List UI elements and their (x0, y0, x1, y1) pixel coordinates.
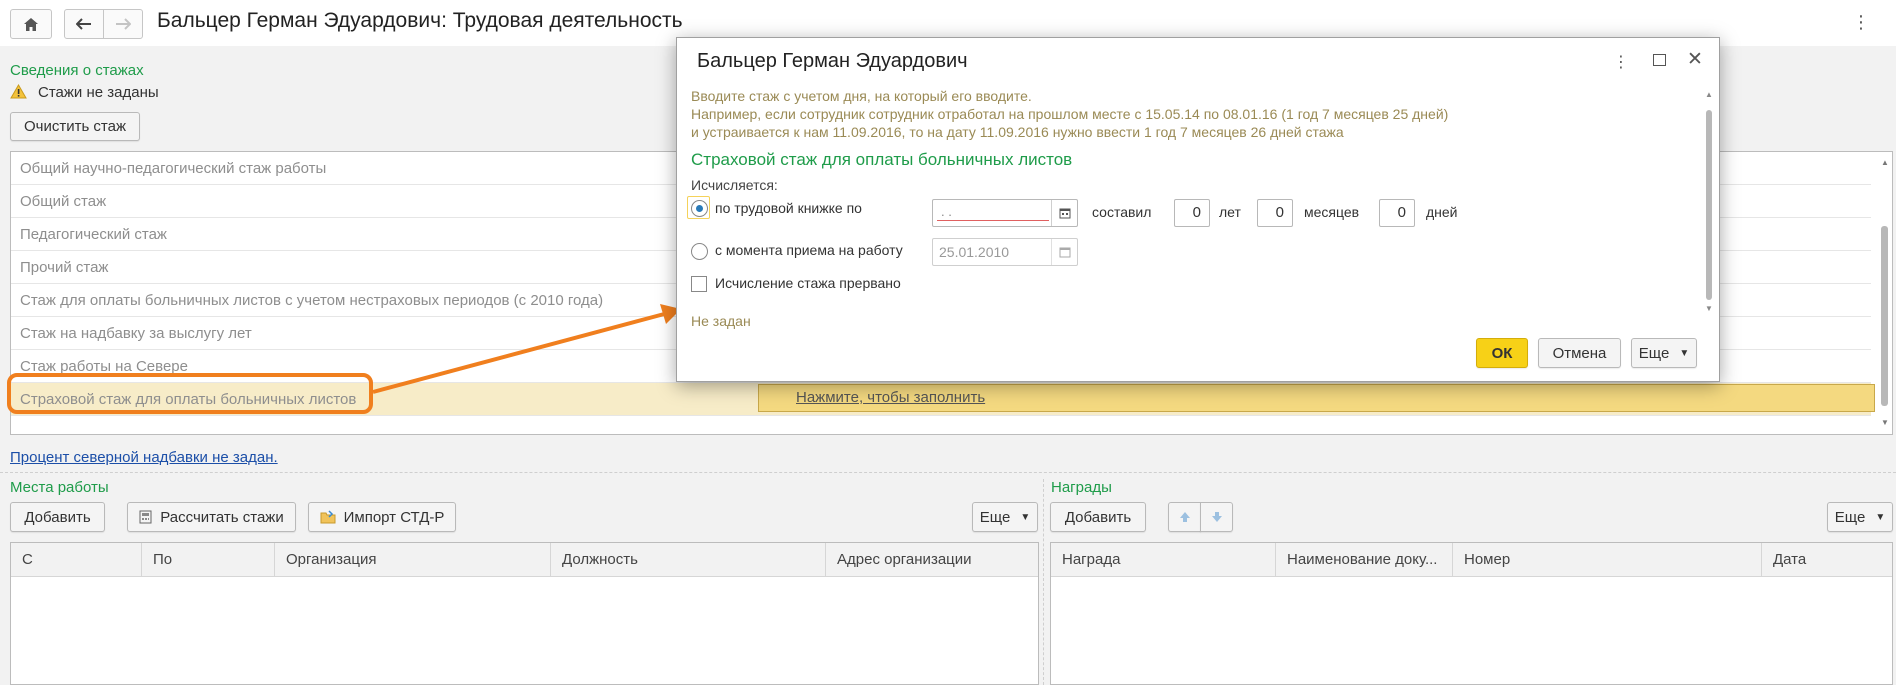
dropdown-caret-icon: ▼ (1020, 511, 1031, 523)
add-award-button[interactable]: Добавить (1050, 502, 1146, 532)
calendar-icon[interactable] (1051, 200, 1077, 226)
add-workplace-button[interactable]: Добавить (10, 502, 105, 532)
hint-line: Вводите стаж с учетом дня, на который ег… (691, 88, 1032, 104)
dropdown-caret-icon: ▼ (1679, 347, 1690, 359)
close-icon[interactable]: ✕ (1687, 48, 1703, 71)
days-input[interactable]: 0 (1379, 199, 1415, 227)
column-header[interactable]: С (11, 543, 142, 577)
hint-line: и устраивается к нам 11.09.2016, то на д… (691, 124, 1344, 140)
interrupted-checkbox[interactable] (691, 276, 707, 292)
arrow-up-icon (1179, 512, 1190, 522)
calc-stazh-button[interactable]: Рассчитать стажи (127, 502, 296, 532)
column-header[interactable]: Организация (275, 543, 551, 577)
required-underline (937, 220, 1049, 221)
maximize-icon[interactable] (1653, 54, 1666, 66)
import-std-label: Импорт СТД-Р (343, 508, 445, 526)
calc-label: Исчисляется: (691, 177, 778, 193)
award-more-label: Еще (1834, 508, 1866, 526)
book-date-value: . . (941, 204, 952, 219)
stazh-dialog: Бальцер Герман Эдуардович ⋮ ✕ Вводите ст… (676, 37, 1720, 382)
folder-import-icon (320, 510, 336, 524)
workplace-more-label: Еще (979, 508, 1011, 526)
book-date-input[interactable]: . . (932, 199, 1078, 227)
days-label: дней (1426, 204, 1458, 220)
award-more-button[interactable]: Еще ▼ (1827, 502, 1893, 532)
hire-date-input: 25.01.2010 (932, 238, 1078, 266)
awards-heading: Награды (1051, 479, 1112, 496)
dialog-section-title: Страховой стаж для оплаты больничных лис… (691, 150, 1073, 169)
column-header[interactable]: Наименование доку... (1276, 543, 1453, 577)
years-input[interactable]: 0 (1174, 199, 1210, 227)
workplace-more-button[interactable]: Еще ▼ (972, 502, 1038, 532)
option-hire-label[interactable]: с момента приема на работу (715, 242, 903, 258)
hire-date-value: 25.01.2010 (939, 244, 1010, 260)
option-book-label[interactable]: по трудовой книжке по (715, 200, 862, 216)
dialog-hint: Вводите стаж с учетом дня, на который ег… (691, 87, 1448, 141)
awards-table[interactable]: Награда Наименование доку... Номер Дата (1050, 542, 1893, 685)
hint-line: Например, если сотрудник сотрудник отраб… (691, 106, 1449, 122)
section-divider (0, 472, 1896, 473)
dialog-title: Бальцер Герман Эдуардович (697, 50, 968, 72)
dialog-kebab-icon[interactable]: ⋮ (1613, 52, 1629, 72)
calc-stazh-label: Рассчитать стажи (160, 508, 284, 526)
column-header[interactable]: Дата (1762, 543, 1894, 577)
calculator-icon (139, 510, 152, 524)
column-header[interactable]: Награда (1051, 543, 1276, 577)
ok-button[interactable]: ОК (1476, 338, 1528, 368)
workplace-table-header: С По Организация Должность Адрес организ… (11, 543, 1038, 577)
months-label: месяцев (1304, 204, 1360, 220)
work-places-heading: Места работы (10, 479, 109, 496)
column-header[interactable]: Адрес организации (826, 543, 1040, 577)
awards-table-header: Награда Наименование доку... Номер Дата (1051, 543, 1892, 577)
arrow-down-icon (1211, 512, 1222, 522)
move-up-button[interactable] (1168, 502, 1201, 532)
years-label: лет (1219, 204, 1241, 220)
column-header[interactable]: По (142, 543, 275, 577)
dropdown-caret-icon: ▼ (1875, 511, 1886, 523)
column-header[interactable]: Должность (551, 543, 826, 577)
dialog-more-label: Еще (1638, 344, 1670, 362)
cancel-button[interactable]: Отмена (1538, 338, 1621, 368)
interrupted-label[interactable]: Исчисление стажа прервано (715, 275, 901, 291)
calendar-icon (1051, 239, 1077, 265)
dialog-scrollbar[interactable]: ▲ ▼ (1703, 90, 1715, 360)
composed-label: составил (1092, 204, 1152, 220)
radio-book[interactable] (691, 200, 708, 217)
column-header[interactable]: Номер (1453, 543, 1762, 577)
radio-hire[interactable] (691, 243, 708, 260)
months-input[interactable]: 0 (1257, 199, 1293, 227)
workplace-table[interactable]: С По Организация Должность Адрес организ… (10, 542, 1039, 685)
move-down-button[interactable] (1200, 502, 1233, 532)
import-std-button[interactable]: Импорт СТД-Р (308, 502, 456, 532)
status-text: Не задан (691, 313, 751, 329)
vertical-divider (1043, 479, 1044, 685)
dialog-more-button[interactable]: Еще ▼ (1631, 338, 1697, 368)
north-percent-link[interactable]: Процент северной надбавки не задан. (10, 449, 278, 466)
